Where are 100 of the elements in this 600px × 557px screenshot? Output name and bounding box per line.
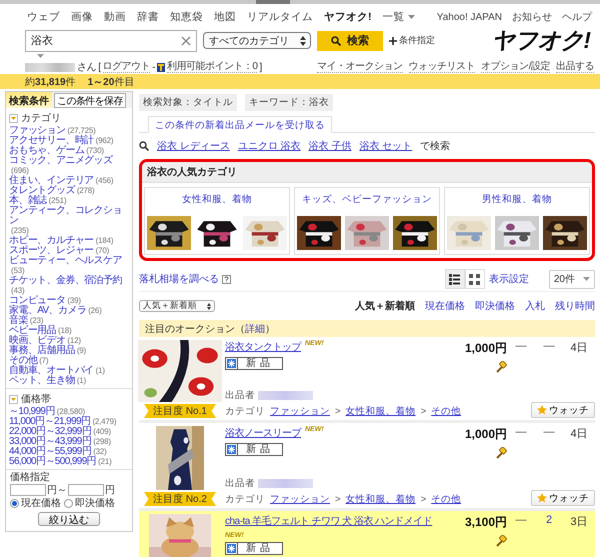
- filter-link[interactable]: ビューティー、ヘルスケア: [9, 256, 122, 266]
- sort-column-link[interactable]: 即決価格: [475, 299, 515, 313]
- bid-count: —: [544, 426, 554, 438]
- filter-link[interactable]: 家電、AV、カメラ: [9, 306, 86, 316]
- nav-link[interactable]: 動画: [104, 10, 126, 24]
- filter-link[interactable]: 33,000円～43,999円: [9, 437, 92, 447]
- breadcrumb-link[interactable]: その他: [431, 405, 462, 418]
- filter-link[interactable]: 住まい、インテリア: [9, 176, 94, 186]
- filter-link[interactable]: 自動車、オートバイ: [9, 366, 94, 376]
- nav-link[interactable]: ヤフオク!: [324, 10, 372, 24]
- sort-column-link[interactable]: 現在価格: [425, 299, 465, 313]
- account-link[interactable]: 出品する: [556, 61, 594, 73]
- filter-link[interactable]: ベビー用品: [9, 326, 56, 336]
- nav-link[interactable]: ウェブ: [27, 10, 60, 24]
- nav-link[interactable]: 画像: [71, 10, 93, 24]
- header-link[interactable]: お知らせ: [512, 10, 552, 24]
- radio-button[interactable]: [64, 499, 73, 508]
- item-count: (26): [88, 306, 102, 315]
- filter-link[interactable]: 22,000円～32,999円: [9, 427, 92, 437]
- category-dropdown[interactable]: すべてのカテゴリ: [203, 32, 311, 49]
- breadcrumb-link[interactable]: 女性和服、着物: [346, 405, 416, 418]
- related-search-link[interactable]: 浴衣 子供: [308, 139, 352, 153]
- filter-link[interactable]: ペット、生き物: [9, 376, 75, 386]
- related-search-link[interactable]: 浴衣 セット: [359, 139, 412, 153]
- filter-link[interactable]: ホビー、カルチャー: [9, 236, 94, 246]
- listing-title-link[interactable]: cha-ta 羊毛フェルト チワワ 犬 浴衣 ハンドメイド: [225, 514, 432, 528]
- sort-column-link[interactable]: 残り時間: [555, 299, 595, 313]
- filter-link[interactable]: アクセサリー、時計: [9, 136, 94, 146]
- category-link[interactable]: 女性和服、着物: [182, 193, 252, 206]
- category-link[interactable]: キッズ、ベビーファッション: [302, 193, 432, 206]
- bid-count-link[interactable]: 2: [546, 514, 552, 526]
- nav-link[interactable]: 地図: [214, 10, 236, 24]
- filter-link[interactable]: スポーツ、レジャー: [9, 246, 94, 256]
- breadcrumb-link[interactable]: ファッション: [270, 405, 330, 418]
- sort-dropdown[interactable]: 人気＋新着順: [139, 300, 215, 312]
- listing-title-link[interactable]: 浴衣ノースリーブ: [225, 426, 301, 440]
- sidebar-title: 検索条件: [6, 92, 52, 108]
- apply-filter-button[interactable]: 絞り込む: [38, 512, 100, 526]
- max-price-field[interactable]: [68, 484, 104, 496]
- nav-link[interactable]: 一覧: [382, 10, 414, 24]
- breadcrumb-link[interactable]: 女性和服、着物: [346, 493, 416, 506]
- related-search-link[interactable]: ユニクロ 浴衣: [238, 139, 301, 153]
- logout-link[interactable]: ログアウト: [102, 61, 150, 73]
- related-search-link[interactable]: 浴衣 レディース: [157, 139, 230, 153]
- filter-link[interactable]: ～10,999円: [9, 407, 55, 417]
- search-field[interactable]: 浴衣: [25, 30, 197, 52]
- mail-alert-tab[interactable]: この条件の新着出品メールを受け取る: [148, 116, 332, 133]
- watch-button[interactable]: ウォッチ: [531, 402, 595, 418]
- filter-link[interactable]: コンピュータ: [9, 296, 66, 306]
- market-price-link[interactable]: 落札相場を調べる: [139, 272, 219, 286]
- view-mode-button[interactable]: [464, 269, 485, 289]
- filter-chip: 検索対象：タイトル: [139, 94, 237, 111]
- search-button[interactable]: 検索: [317, 30, 383, 50]
- breadcrumb-separator: >: [420, 406, 426, 417]
- points-link[interactable]: 利用可能ポイント：0: [166, 61, 258, 73]
- list-view-icon: [448, 272, 462, 286]
- per-page-dropdown[interactable]: 20件: [548, 270, 595, 288]
- filter-link[interactable]: 映画、ビデオ: [9, 336, 66, 346]
- min-price-field[interactable]: [10, 484, 46, 496]
- watch-button[interactable]: ウォッチ: [531, 490, 595, 506]
- account-link[interactable]: オプション/設定: [481, 61, 550, 73]
- filter-link[interactable]: 本、雑誌: [9, 196, 47, 206]
- filter-link[interactable]: コミック、アニメグッズ: [9, 156, 112, 166]
- expand-toggle-icon[interactable]: [9, 114, 18, 122]
- filter-link[interactable]: その他: [9, 356, 38, 366]
- filter-link[interactable]: ファッション: [9, 126, 66, 136]
- sort-column-link[interactable]: 入札: [525, 299, 545, 313]
- clear-icon[interactable]: [181, 36, 191, 46]
- grid-view-icon: [468, 272, 482, 286]
- view-mode-button[interactable]: [444, 269, 465, 289]
- save-conditions-button[interactable]: この条件を保存: [54, 92, 126, 108]
- breadcrumb-link[interactable]: ファッション: [270, 493, 330, 506]
- category-link[interactable]: 男性和服、着物: [482, 193, 552, 206]
- blurred-seller-name: [258, 479, 313, 488]
- header-link[interactable]: Yahoo! JAPAN: [436, 12, 502, 22]
- help-icon[interactable]: [222, 274, 231, 284]
- filter-link[interactable]: 事務、店舗用品: [9, 346, 75, 356]
- nav-link[interactable]: 知恵袋: [170, 10, 203, 24]
- nav-link[interactable]: リアルタイム: [247, 10, 313, 24]
- display-settings-link[interactable]: 表示設定: [488, 272, 529, 286]
- sort-column-link[interactable]: 人気＋新着順: [355, 299, 415, 313]
- header-link[interactable]: ヘルプ: [562, 10, 592, 24]
- radio-button[interactable]: [10, 499, 19, 508]
- filter-link[interactable]: 44,000円～55,999円: [9, 447, 92, 457]
- filter-link[interactable]: アンティーク、コレクション: [9, 206, 129, 226]
- filter-link[interactable]: タレントグッズ: [9, 186, 75, 196]
- filter-link[interactable]: 音楽: [9, 316, 28, 326]
- details-link[interactable]: 詳細: [245, 324, 265, 334]
- breadcrumb-link[interactable]: その他: [431, 493, 462, 506]
- filter-link[interactable]: 11,000円～21,999円: [9, 417, 90, 427]
- account-link[interactable]: マイ・オークション: [317, 61, 403, 73]
- filter-link[interactable]: チケット、金券、宿泊予約: [9, 276, 122, 286]
- listing-title-link[interactable]: 浴衣タンクトップ: [225, 340, 301, 354]
- filter-link[interactable]: 56,000円～500,999円: [9, 457, 96, 467]
- filter-link[interactable]: おもちゃ、ゲーム: [9, 146, 84, 156]
- account-link[interactable]: ウォッチリスト: [408, 61, 476, 73]
- nav-link[interactable]: 辞書: [137, 10, 159, 24]
- gavel-icon: [495, 447, 507, 459]
- advanced-search-link[interactable]: 条件指定: [389, 34, 435, 47]
- expand-toggle-icon[interactable]: [9, 394, 18, 404]
